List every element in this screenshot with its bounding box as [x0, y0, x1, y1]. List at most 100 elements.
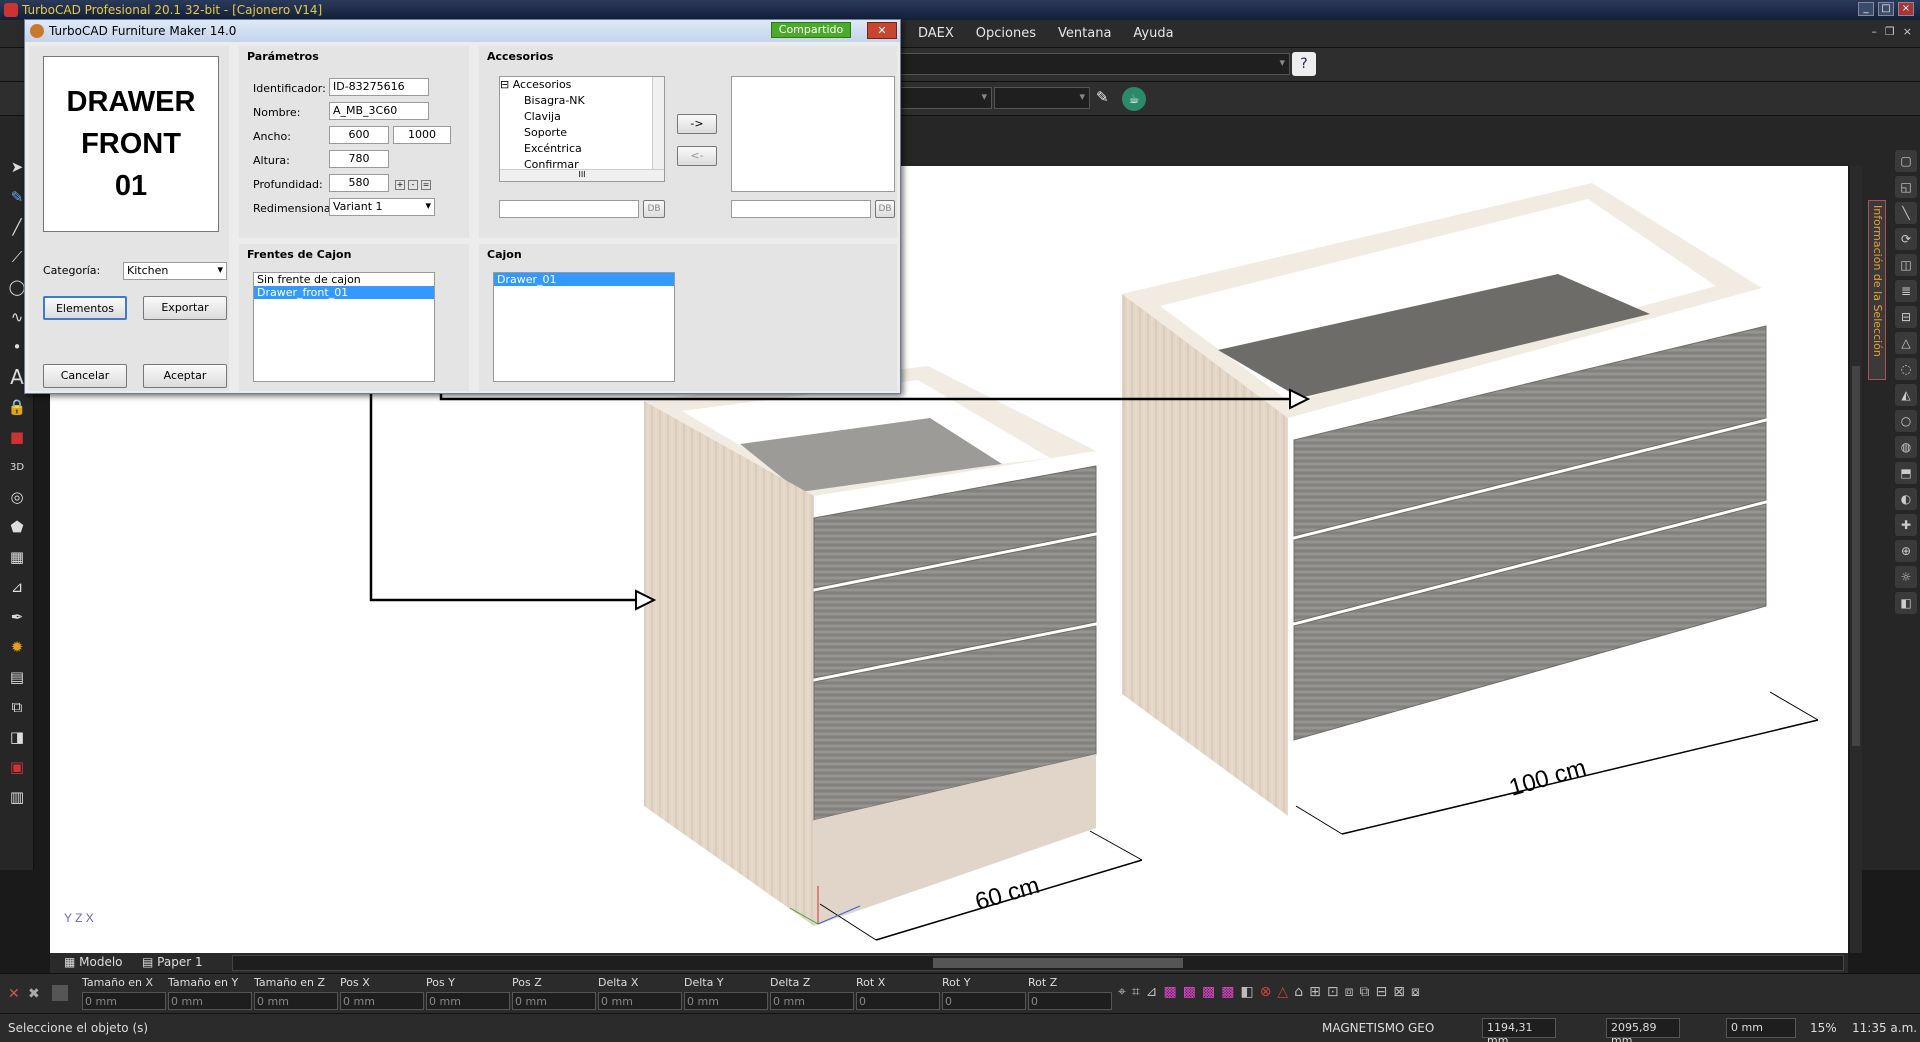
snap-6-icon[interactable]: ▩	[1202, 984, 1215, 1000]
coord-size-z-input[interactable]	[254, 992, 338, 1010]
menu-daex[interactable]: DAEX	[918, 26, 954, 41]
drawer-list[interactable]: Drawer_01	[493, 272, 675, 382]
gear-icon[interactable]: ✹	[3, 634, 31, 660]
coord-rot-x-input[interactable]	[856, 992, 940, 1010]
snap-2-icon[interactable]: ⌗	[1132, 984, 1140, 1000]
close-button[interactable]: ×	[1898, 2, 1914, 16]
maximize-button[interactable]: □	[1878, 2, 1894, 16]
tree-item[interactable]: Bisagra-NK	[500, 93, 664, 109]
snap-15-icon[interactable]: ⧉	[1359, 984, 1369, 1000]
snap-11-icon[interactable]: ⌂	[1294, 984, 1303, 1000]
name-field[interactable]: A_MB_3C60	[329, 102, 429, 120]
vertical-scrollbar[interactable]	[1850, 166, 1862, 953]
tree-vscroll[interactable]	[652, 77, 664, 169]
snap-18-icon[interactable]: ⧇	[1411, 984, 1420, 1000]
menu-ventana[interactable]: Ventana	[1058, 26, 1111, 41]
calculator-icon[interactable]: ▥	[3, 784, 31, 810]
snap-9-icon[interactable]: ⊗	[1260, 984, 1272, 1000]
lock-icon[interactable]: 🔒	[3, 394, 31, 420]
coord-size-y-input[interactable]	[168, 992, 252, 1010]
render-icon[interactable]: ▣	[3, 754, 31, 780]
minimize-button[interactable]: _	[1858, 2, 1874, 16]
extrude-icon[interactable]: ⬒	[1895, 462, 1917, 484]
depth-field[interactable]: 580	[329, 174, 389, 192]
slash-icon[interactable]: ╲	[1895, 202, 1917, 224]
mdi-close-button[interactable]: ×	[1903, 25, 1912, 38]
tree-hscroll[interactable]: III	[500, 169, 664, 181]
toolbar-combo-1[interactable]	[900, 53, 1290, 75]
width-field[interactable]: 600	[329, 126, 389, 144]
coord-delta-x-input[interactable]	[598, 992, 682, 1010]
snap-7-icon[interactable]: ▩	[1221, 984, 1234, 1000]
resize-select[interactable]: Variant 1	[329, 198, 435, 216]
color-squares-icon[interactable]: ■	[3, 424, 31, 450]
depth-plus-icon[interactable]: +	[395, 180, 405, 190]
shell-icon[interactable]: ◍	[1895, 436, 1917, 458]
selected-search-field[interactable]	[731, 200, 871, 218]
snap-13-icon[interactable]: ⊡	[1327, 984, 1339, 1000]
magnetism-toggle[interactable]: MAGNETISMO	[1322, 1021, 1405, 1035]
tab-paper-1[interactable]: ▤ Paper 1	[134, 955, 211, 971]
horizontal-scrollbar-thumb[interactable]	[933, 958, 1183, 968]
coord-pos-x-input[interactable]	[340, 992, 424, 1010]
drawer-fronts-list[interactable]: Sin frente de cajon Drawer_front_01	[253, 272, 435, 382]
camera-icon[interactable]: ◨	[3, 724, 31, 750]
coord-pos-y-input[interactable]	[426, 992, 510, 1010]
revolve-icon[interactable]: ◐	[1895, 488, 1917, 510]
menu-ayuda[interactable]: Ayuda	[1133, 26, 1173, 41]
help-pointer-icon[interactable]: ?	[1292, 52, 1316, 76]
view-front-icon[interactable]: ▢	[1895, 150, 1917, 172]
rotate-icon[interactable]: ⟳	[1895, 228, 1917, 250]
height-field[interactable]: 780	[329, 150, 389, 168]
db-button-2[interactable]: DB	[875, 200, 895, 218]
geo-toggle[interactable]: GEO	[1408, 1021, 1434, 1035]
box-icon[interactable]: ◫	[1895, 254, 1917, 276]
selection-info-panel[interactable]: Información de la Selección	[1868, 200, 1886, 380]
depth-reset-icon[interactable]: =	[421, 180, 431, 190]
coord-pos-z-input[interactable]	[512, 992, 596, 1010]
toolbar-combo-3[interactable]	[994, 87, 1090, 109]
accessory-search-field[interactable]	[499, 200, 639, 218]
horizontal-scrollbar[interactable]	[232, 955, 1844, 971]
accessories-tree[interactable]: ⊟ Accesorios Bisagra-NK Clavija Soporte …	[499, 76, 665, 182]
depth-minus-icon[interactable]: -	[408, 180, 418, 190]
paint-icon[interactable]: ⬟	[3, 514, 31, 540]
copy-icon[interactable]: ⧉	[3, 694, 31, 720]
tree-item[interactable]: Soporte	[500, 125, 664, 141]
cross-icon[interactable]: ✚	[1895, 514, 1917, 536]
view-iso-icon[interactable]: ◱	[1895, 176, 1917, 198]
toolbar-combo-2[interactable]	[900, 87, 992, 109]
list-item-selected[interactable]: Drawer_01	[494, 273, 674, 286]
tree-item[interactable]: Excéntrica	[500, 141, 664, 157]
pen-icon[interactable]: ✒	[3, 604, 31, 630]
teacup-icon[interactable]: ☕	[1122, 87, 1146, 111]
list-item[interactable]: Sin frente de cajon	[254, 273, 434, 286]
layout-icon[interactable]: ▤	[3, 664, 31, 690]
brush-icon[interactable]: ✎	[1096, 88, 1118, 110]
mdi-restore-button[interactable]: ❐	[1885, 25, 1895, 38]
snap-8-icon[interactable]: ◧	[1240, 984, 1253, 1000]
identifier-field[interactable]: ID-83275616	[329, 78, 429, 96]
cabinet-100[interactable]	[1122, 183, 1767, 816]
grid-icon[interactable]: ▦	[3, 544, 31, 570]
snap-14-icon[interactable]: ⧈	[1345, 984, 1354, 1000]
coord-size-x-input[interactable]	[82, 992, 166, 1010]
snap-16-icon[interactable]: ⊟	[1375, 984, 1387, 1000]
mdi-minimize-button[interactable]: –	[1871, 25, 1877, 38]
coord-rot-y-input[interactable]	[942, 992, 1026, 1010]
snap-10-icon[interactable]: △	[1277, 984, 1288, 1000]
cone-icon[interactable]: △	[1895, 332, 1917, 354]
stack-icon[interactable]: ≣	[1895, 280, 1917, 302]
tab-modelo[interactable]: ▦ Modelo	[56, 955, 131, 971]
inspector-icon[interactable]: ✕	[8, 986, 20, 1002]
coord-delta-y-input[interactable]	[684, 992, 768, 1010]
snap-5-icon[interactable]: ▩	[1183, 984, 1196, 1000]
db-button-1[interactable]: DB	[643, 200, 665, 218]
layers-icon[interactable]: ◧	[1895, 592, 1917, 614]
compass-icon[interactable]: ⊕	[1895, 540, 1917, 562]
tree-root[interactable]: ⊟ Accesorios	[500, 77, 664, 93]
snap-12-icon[interactable]: ⊞	[1309, 984, 1321, 1000]
list-item-selected[interactable]: Drawer_front_01	[254, 286, 434, 299]
snap-4-icon[interactable]: ▩	[1164, 984, 1177, 1000]
snap-1-icon[interactable]: ⌖	[1118, 984, 1126, 1000]
